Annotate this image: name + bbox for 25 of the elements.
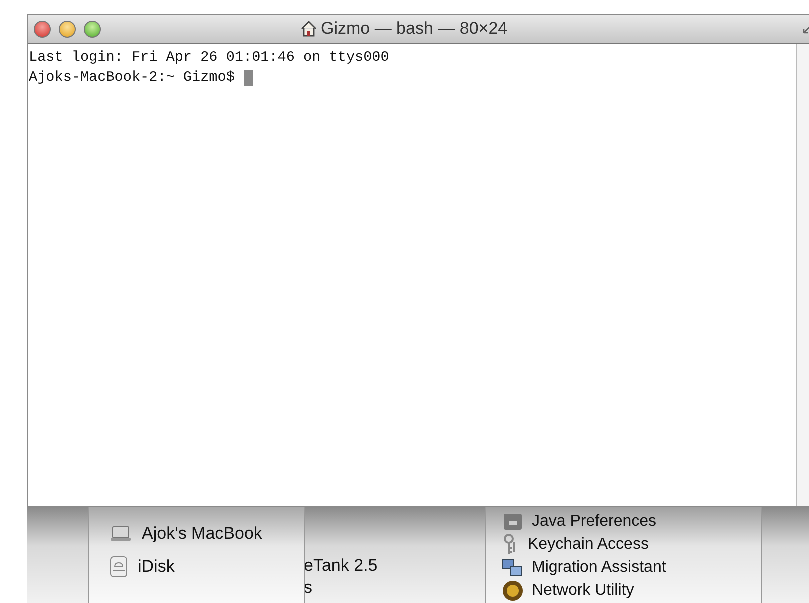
list-item[interactable]: eTank 2.5 (305, 555, 485, 577)
globe-icon (502, 580, 524, 602)
laptop-icon (110, 524, 132, 542)
app-name: Java Preferences (532, 512, 657, 530)
app-name: Migration Assistant (532, 558, 666, 576)
app-name: Network Utility (532, 582, 634, 600)
shell-prompt: Ajoks-MacBook-2:~ Gizmo$ (29, 70, 235, 86)
app-item[interactable]: Keychain Access (486, 533, 761, 556)
app-name: Keychain Access (528, 536, 649, 554)
scrollbar[interactable] (796, 44, 809, 506)
box-icon (502, 512, 524, 532)
home-icon (300, 20, 318, 38)
sidebar-item[interactable]: iDisk (89, 550, 304, 583)
close-button[interactable] (34, 20, 51, 38)
window-title: Gizmo — bash — 80×24 (321, 19, 508, 39)
item-label: iDisk (138, 556, 175, 576)
app-item[interactable]: Migration Assistant (486, 556, 761, 579)
item-label: Ajok's MacBook (142, 524, 262, 544)
login-message: Last login: Fri Apr 26 01:01:46 on ttys000 (29, 50, 390, 66)
windows-icon (502, 556, 524, 578)
zoom-button[interactable] (84, 20, 101, 38)
sidebar-item[interactable]: Ajok's MacBook (89, 517, 304, 550)
app-item[interactable]: Java Preferences (486, 510, 761, 533)
minimize-button[interactable] (59, 20, 76, 38)
app-item[interactable]: Network Utility (486, 579, 761, 602)
